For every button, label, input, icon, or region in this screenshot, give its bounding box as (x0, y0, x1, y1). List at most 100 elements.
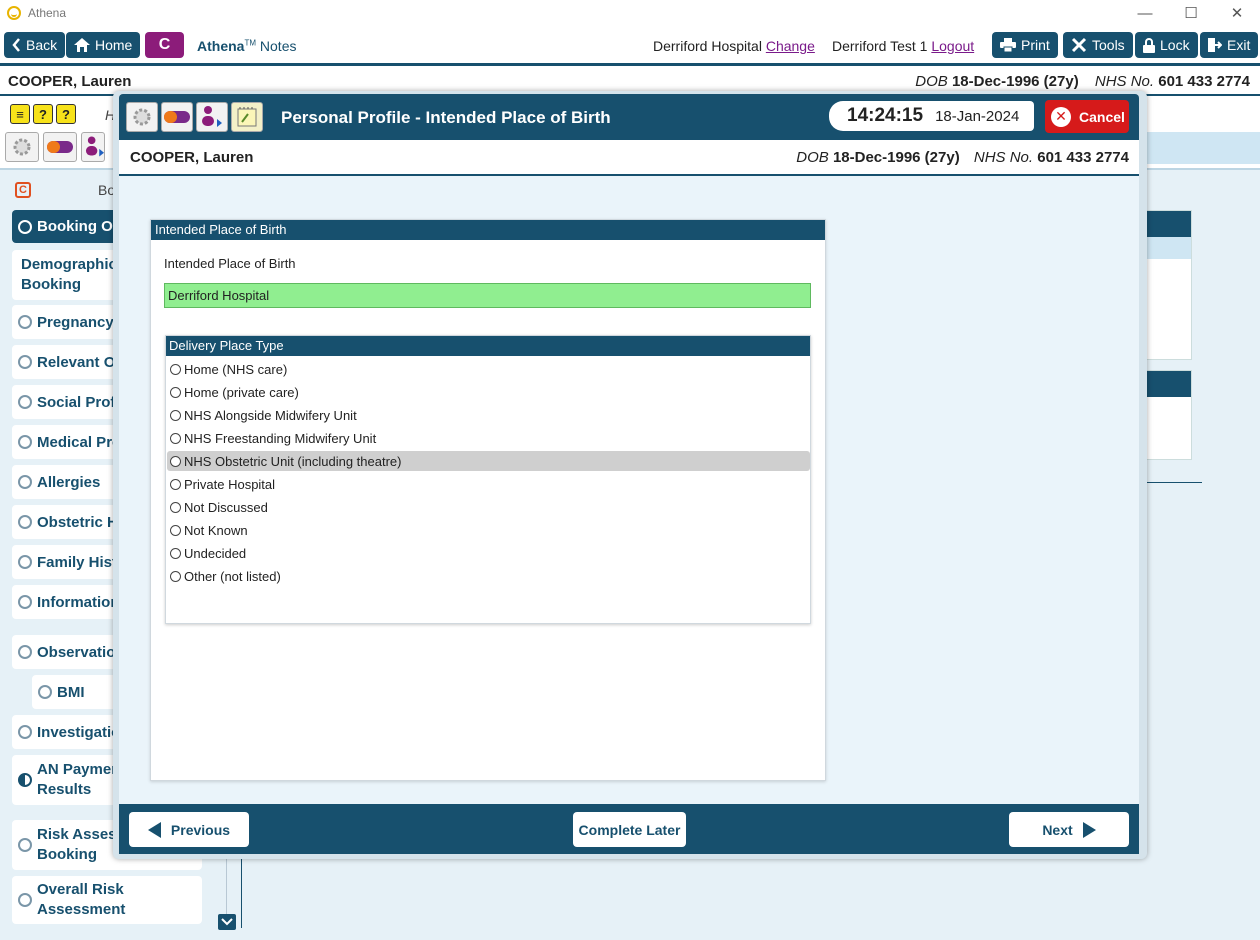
c-button[interactable]: C (145, 32, 184, 58)
maximize-button[interactable]: ☐ (1168, 0, 1214, 26)
complete-later-label: Complete Later (578, 821, 681, 838)
tools-label: Tools (1092, 37, 1125, 53)
patient-details: DOB 18-Dec-1996 (27y) NHS No. 601 433 27… (915, 73, 1250, 90)
card-header: Intended Place of Birth (151, 220, 825, 240)
radio-icon (18, 435, 32, 449)
window-title: Athena (28, 6, 67, 20)
nhs-label: NHS No. (973, 149, 1034, 166)
option-other-not-listed[interactable]: Other (not listed) (167, 566, 810, 586)
home-icon (74, 38, 90, 52)
dialog-patient-details: DOB 18-Dec-1996 (27y) NHS No. 601 433 27… (796, 149, 1129, 166)
arrow-left-icon (147, 821, 161, 838)
option-not-known[interactable]: Not Known (167, 520, 810, 540)
lock-icon (1143, 37, 1155, 53)
previous-button[interactable]: Previous (129, 812, 249, 847)
notepad-icon[interactable] (231, 102, 263, 132)
radio-icon (170, 409, 181, 421)
help-question-icon[interactable]: ? (33, 104, 53, 124)
option-not-discussed[interactable]: Not Discussed (167, 497, 810, 517)
pill-icon[interactable] (161, 102, 193, 132)
radio-icon (18, 355, 32, 369)
brand-title: AthenaTM Notes (197, 38, 296, 54)
radio-icon (18, 893, 32, 907)
exit-icon (1208, 38, 1222, 52)
logout-link[interactable]: Logout (931, 38, 974, 54)
background-divider (1140, 482, 1202, 483)
option-undecided[interactable]: Undecided (167, 543, 810, 563)
radio-icon (18, 555, 32, 569)
back-button[interactable]: Back (4, 32, 66, 58)
option-label: Other (not listed) (184, 568, 281, 584)
tools-button[interactable]: Tools (1063, 32, 1133, 58)
dob-value: 18-Dec-1996 (27y) (832, 149, 960, 166)
option-label: Undecided (184, 545, 247, 561)
dialog-header: Personal Profile - Intended Place of Bir… (119, 94, 1139, 140)
radio-icon (18, 515, 32, 529)
clock-date: 18-Jan-2024 (935, 107, 1020, 125)
complete-later-button[interactable]: Complete Later (573, 812, 686, 847)
nhs-value: 601 433 2774 (1037, 149, 1129, 166)
personal-profile-dialog: Personal Profile - Intended Place of Bir… (113, 91, 1147, 859)
minimize-button[interactable]: — (1122, 0, 1168, 26)
option-private-hospital[interactable]: Private Hospital (167, 474, 810, 494)
intended-place-label: Intended Place of Birth (164, 256, 296, 271)
toolbar-divider (0, 63, 1260, 66)
option-home-private-care[interactable]: Home (private care) (167, 382, 810, 402)
nav-item-label: Investigatio (37, 723, 121, 741)
intended-place-field[interactable]: Derriford Hospital (164, 283, 811, 308)
nav-item-label: Pregnancy I (37, 313, 123, 331)
radio-icon (18, 475, 32, 489)
dob-label: DOB (915, 73, 948, 90)
chevron-down-icon (221, 918, 233, 926)
tools-icon (1071, 37, 1087, 53)
option-label: Private Hospital (184, 476, 276, 492)
patient-name: COOPER, Lauren (8, 73, 132, 90)
nav-item-label: Relevant Ot (37, 353, 121, 371)
print-button[interactable]: Print (992, 32, 1058, 58)
cancel-button[interactable]: ✕ Cancel (1045, 100, 1129, 133)
athena-logo-icon (7, 6, 21, 20)
next-button[interactable]: Next (1009, 812, 1129, 847)
nav-item-label: Demographics Booking (21, 256, 126, 293)
intended-place-of-birth-card: Intended Place of Birth Intended Place o… (150, 219, 826, 781)
user-info: Derriford Test 1 Logout (832, 38, 974, 54)
option-nhs-freestanding-midwifery-unit[interactable]: NHS Freestanding Midwifery Unit (167, 428, 810, 448)
dialog-title: Personal Profile - Intended Place of Bir… (281, 108, 611, 127)
dob-value: 18-Dec-1996 (27y) (951, 73, 1079, 90)
gear-icon[interactable] (126, 102, 158, 132)
scroll-down-button[interactable] (218, 914, 236, 930)
print-label: Print (1021, 37, 1050, 53)
brand-suffix: Notes (259, 38, 297, 54)
main-toolbar: Back Home C AthenaTM Notes Derriford Hos… (0, 28, 1260, 64)
nav-item-label: Allergies (37, 473, 101, 491)
radio-icon (170, 478, 181, 490)
option-label: NHS Obstetric Unit (including theatre) (184, 453, 402, 469)
nav-item-label: AN Paymen Results (37, 761, 121, 798)
nav-item-overall-risk-assessment[interactable]: Overall Risk Assessment (12, 876, 202, 924)
option-nhs-obstetric-unit[interactable]: NHS Obstetric Unit (including theatre) (167, 451, 810, 471)
back-label: Back (26, 37, 58, 53)
background-right-panel (1140, 210, 1192, 360)
close-circle-icon: ✕ (1051, 106, 1071, 127)
person-arrow-icon[interactable] (81, 132, 105, 162)
option-nhs-alongside-midwifery-unit[interactable]: NHS Alongside Midwifery Unit (167, 405, 810, 425)
radio-icon (170, 432, 181, 444)
option-label: Home (NHS care) (184, 361, 288, 377)
lock-button[interactable]: Lock (1135, 32, 1198, 58)
person-arrow-icon[interactable] (196, 102, 228, 132)
brand-tm: TM (244, 38, 257, 48)
gear-icon[interactable] (5, 132, 39, 162)
exit-button[interactable]: Exit (1200, 32, 1259, 58)
radio-icon (170, 570, 181, 582)
dialog-body: Intended Place of Birth Intended Place o… (119, 176, 1139, 804)
help-list-icon[interactable]: ≡ (10, 104, 30, 124)
change-hospital-link[interactable]: Change (766, 38, 815, 54)
option-label: Not Discussed (184, 499, 268, 515)
close-window-button[interactable]: ✕ (1214, 0, 1260, 26)
previous-label: Previous (170, 821, 231, 838)
pill-icon[interactable] (43, 132, 77, 162)
option-home-nhs-care[interactable]: Home (NHS care) (167, 359, 810, 379)
nav-item-label: Medical Pro (37, 433, 122, 451)
help-question-icon-2[interactable]: ? (56, 104, 76, 124)
home-button[interactable]: Home (66, 32, 141, 58)
